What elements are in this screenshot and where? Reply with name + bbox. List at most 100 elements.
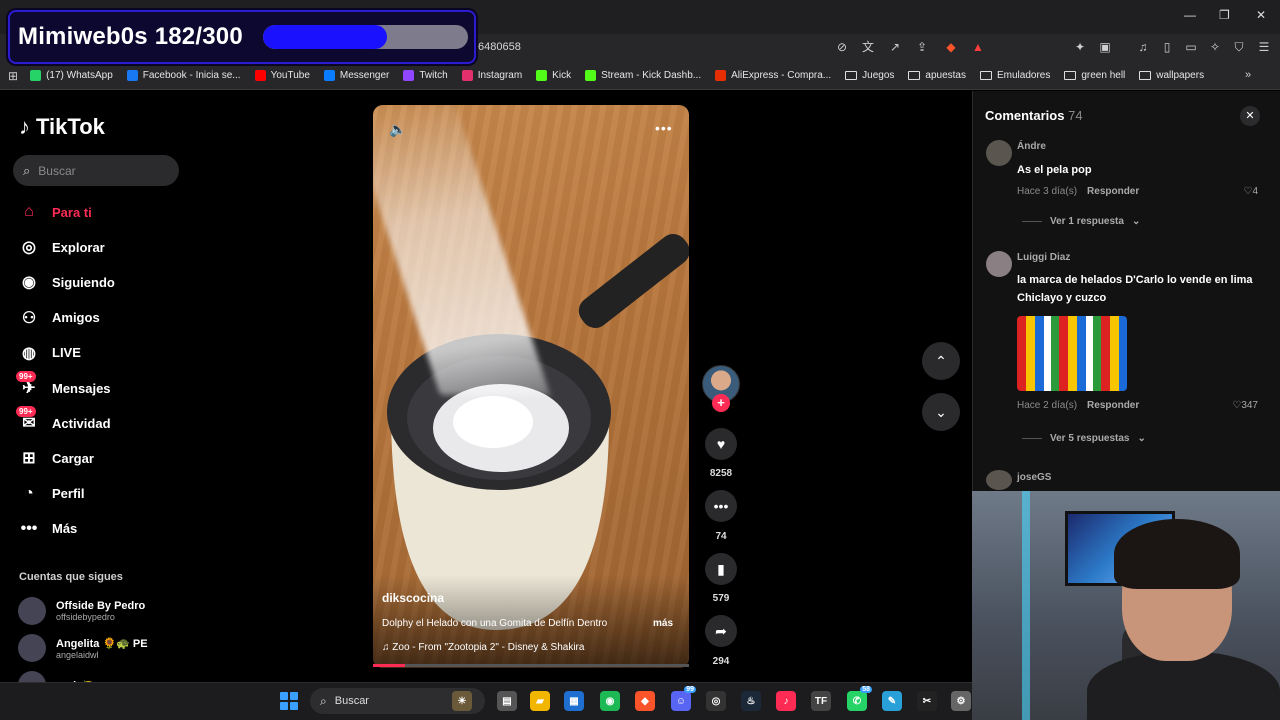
sidebar-item-perfil[interactable]: ◔ Perfil xyxy=(18,482,84,506)
more-bookmarks-icon[interactable]: » xyxy=(1245,69,1251,81)
store-icon[interactable]: ▦ xyxy=(564,691,584,711)
notification-badge: 99+ xyxy=(16,371,36,382)
comment-reply-button[interactable]: Responder xyxy=(1087,186,1139,197)
sidebar-item-más[interactable]: ••• Más xyxy=(18,517,78,541)
previous-video-button[interactable]: ⌃ xyxy=(922,342,960,380)
comments-title-text: Comentarios xyxy=(985,108,1065,123)
bookmark-label: apuestas xyxy=(925,70,966,81)
whatsapp-icon[interactable]: ✆ 58 xyxy=(847,686,872,711)
comment-button[interactable]: ••• xyxy=(705,490,737,522)
video-description-more[interactable]: más xyxy=(653,618,673,629)
notepad-icon[interactable]: ✎ xyxy=(882,691,902,711)
widgets-icon[interactable]: ☀ xyxy=(452,691,472,711)
view-replies-button[interactable]: Ver 1 respuesta ⌄ xyxy=(1022,216,1140,227)
brave-icon[interactable]: ◆ xyxy=(635,691,655,711)
wallet-icon[interactable]: ▭ xyxy=(1184,40,1198,54)
bookmark-item[interactable]: Emuladores xyxy=(979,70,1050,81)
capcut-icon[interactable]: ✂ xyxy=(917,691,937,711)
following-account[interactable]: Angelita 🌻🐢 PE angelaidwl xyxy=(18,634,148,662)
bookmark-item[interactable]: apuestas xyxy=(908,70,966,81)
translate-icon[interactable]: 文 xyxy=(861,40,875,54)
obs-icon[interactable]: ◎ xyxy=(706,691,726,711)
comment-user[interactable]: Ándre xyxy=(1017,141,1046,152)
comment-avatar[interactable] xyxy=(986,470,1012,490)
url-text[interactable]: 6480658 xyxy=(478,41,521,53)
close-comments-button[interactable]: ✕ xyxy=(1240,106,1260,126)
settings-icon[interactable]: ⚙ xyxy=(951,691,971,711)
sidebar-item-actividad[interactable]: ✉ 99+ Actividad xyxy=(16,406,111,435)
tiktok-logo[interactable]: ♪ TikTok xyxy=(19,114,105,140)
close-window-icon[interactable]: ✕ xyxy=(1256,8,1266,22)
next-video-button[interactable]: ⌄ xyxy=(922,393,960,431)
like-button[interactable]: ♥ xyxy=(705,428,737,460)
volume-icon[interactable]: 🔈 xyxy=(389,121,406,138)
share-icon[interactable]: ⇪ xyxy=(915,40,929,54)
apps-grid-icon[interactable]: ⊞ xyxy=(8,69,18,83)
taskview-icon[interactable]: ▤ xyxy=(497,691,517,711)
start-button[interactable] xyxy=(280,692,298,710)
view-replies-label: Ver 5 respuestas xyxy=(1050,433,1130,444)
search-input[interactable]: ⌕ Buscar xyxy=(13,155,179,186)
webcam-feed xyxy=(972,491,1280,720)
bookmark-item[interactable]: Kick xyxy=(536,70,571,81)
bookmark-item[interactable]: Instagram xyxy=(461,70,522,81)
bookmark-item[interactable]: Facebook - Inicia se... xyxy=(126,70,241,81)
sidebar-item-mensajes[interactable]: ✈ 99+ Mensajes xyxy=(16,371,111,400)
minimize-icon[interactable]: — xyxy=(1184,8,1196,22)
following-account-name: Offside By Pedro xyxy=(56,600,146,612)
search-icon: ⌕ xyxy=(320,693,327,708)
sidebar-item-cargar[interactable]: ⊞ Cargar xyxy=(18,446,94,470)
bookmark-item[interactable]: Juegos xyxy=(845,70,894,81)
comment-avatar[interactable] xyxy=(986,251,1012,277)
brave-rewards-icon[interactable]: ▲ xyxy=(971,40,985,54)
video-player[interactable] xyxy=(373,105,689,668)
spotify-icon[interactable]: ◉ xyxy=(600,691,620,711)
sidebar-item-explorar[interactable]: ◎ Explorar xyxy=(18,235,105,259)
bookmark-item[interactable]: wallpapers xyxy=(1139,70,1204,81)
comment-attached-image[interactable] xyxy=(1017,316,1127,391)
sidebar-item-live[interactable]: ◍ LIVE xyxy=(18,341,81,365)
view-replies-button[interactable]: Ver 5 respuestas ⌄ xyxy=(1022,433,1146,444)
media-icon[interactable]: ♫ xyxy=(1136,40,1150,54)
open-app-icon[interactable]: ↗ xyxy=(888,40,902,54)
video-username[interactable]: dikscocina xyxy=(382,591,444,605)
screenshot-icon[interactable]: ▣ xyxy=(1098,40,1112,54)
comment-avatar[interactable] xyxy=(986,140,1012,166)
restore-icon[interactable]: ❐ xyxy=(1219,8,1230,22)
comment-reply-button[interactable]: Responder xyxy=(1087,400,1139,411)
video-progress-bar[interactable] xyxy=(373,664,689,667)
follow-author-button[interactable]: + xyxy=(712,394,730,412)
bookmark-item[interactable]: Messenger xyxy=(323,70,389,81)
brave-shields-icon[interactable]: ◆ xyxy=(944,40,958,54)
reader-icon[interactable]: ⊘ xyxy=(835,40,849,54)
comment-like-button[interactable]: ♡347 xyxy=(1220,400,1258,411)
discord-icon[interactable]: ☺ 99 xyxy=(671,686,696,711)
comment-user[interactable]: joseGS xyxy=(1017,472,1051,483)
bookmark-item[interactable]: YouTube xyxy=(254,70,310,81)
sidebar-item-siguiendo[interactable]: ◉ Siguiendo xyxy=(18,270,115,294)
bookmark-item[interactable]: green hell xyxy=(1064,70,1125,81)
comment-user[interactable]: Luiggi Diaz xyxy=(1017,252,1070,263)
video-music[interactable]: ♫ Zoo - From "Zootopia 2" - Disney & Sha… xyxy=(382,642,584,653)
menu-icon[interactable]: ☰ xyxy=(1257,40,1271,54)
sidebar-item-para-ti[interactable]: ⌂ Para ti xyxy=(18,200,92,224)
tf-icon[interactable]: TF xyxy=(811,691,831,711)
bookmark-item[interactable]: Twitch xyxy=(403,70,448,81)
bookmark-item[interactable]: AliExpress - Compra... xyxy=(715,70,831,81)
bookmark-item[interactable]: Stream - Kick Dashb... xyxy=(585,70,701,81)
steam-icon[interactable]: ♨ xyxy=(741,691,761,711)
following-account-handle: offsidebypedro xyxy=(56,612,115,622)
tiktok-icon[interactable]: ♪ xyxy=(776,691,796,711)
sidebar-item-amigos[interactable]: ⚇ Amigos xyxy=(18,306,100,330)
vpn-icon[interactable]: ⛉ xyxy=(1232,40,1246,54)
save-button[interactable]: ▮ xyxy=(705,553,737,585)
video-more-icon[interactable]: ••• xyxy=(655,120,673,136)
extensions-icon[interactable]: ✦ xyxy=(1073,40,1087,54)
following-account[interactable]: Offside By Pedro offsidebypedro xyxy=(18,597,145,625)
sidebar-toggle-icon[interactable]: ▯ xyxy=(1160,40,1174,54)
comment-like-button[interactable]: ♡4 xyxy=(1220,186,1258,197)
leo-icon[interactable]: ✧ xyxy=(1208,40,1222,54)
bookmark-item[interactable]: (17) WhatsApp xyxy=(30,70,113,81)
share-button[interactable]: ➦ xyxy=(705,615,737,647)
file-explorer-icon[interactable]: ▰ xyxy=(530,691,550,711)
